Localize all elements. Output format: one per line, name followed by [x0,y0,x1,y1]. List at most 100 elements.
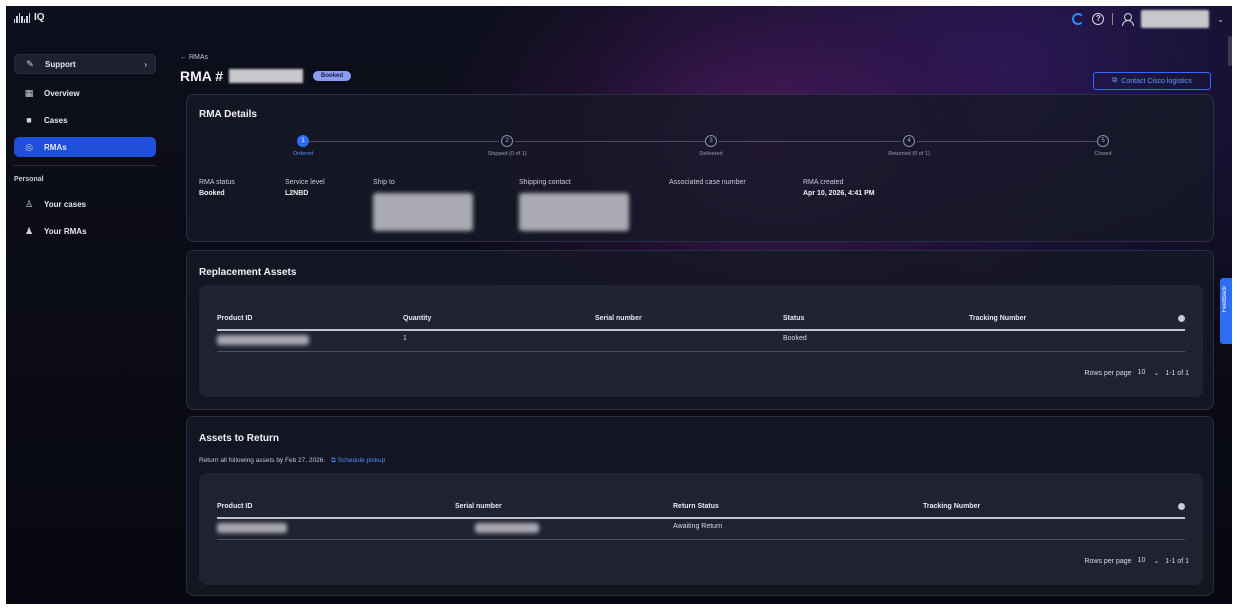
table-row: 1 Booked [217,335,1185,349]
table-row: Awaiting Return [217,523,1185,537]
sidebar-item-support[interactable]: ✎ Support › [14,54,156,74]
rows-per-page-label: Rows per page [1084,557,1132,565]
gear-icon[interactable] [1178,503,1185,510]
row-divider [217,351,1185,352]
external-link-icon: ⧉ [1112,77,1118,84]
step-connector [719,141,901,142]
ship-to-field: Ship to [373,179,395,186]
product-id-redacted [217,335,309,345]
chevron-right-icon: › [144,59,147,69]
sidebar-item-label: RMAs [44,142,67,152]
cisco-logo-icon [14,12,30,23]
rows-per-page-select[interactable]: 10 ⌄ [1138,369,1160,377]
header-divider [217,517,1185,519]
sidebar-item-label: Your cases [44,199,87,209]
sidebar-section-personal: Personal [14,176,44,183]
column-tracking-number[interactable]: Tracking Number [969,315,1026,322]
column-product-id[interactable]: Product ID [217,503,252,510]
step-delivered: 3 Delivered [699,135,723,157]
schedule-pickup-link[interactable]: ⧉ Schedule pickup [331,457,385,465]
rma-created-field: RMA created Apr 10, 2026, 4:41 PM [803,179,875,197]
column-quantity[interactable]: Quantity [403,315,431,322]
rma-status-field: RMA status Booked [199,179,235,197]
status-badge: Booked [313,71,352,81]
gear-icon[interactable] [1178,315,1185,322]
help-icon[interactable]: ? [1092,13,1105,25]
field-label: Service level [285,179,325,186]
shipping-contact-redacted [519,193,629,231]
field-label: Shipping contact [519,179,571,186]
step-label: Shipped (0 of 1) [487,151,527,157]
column-serial-number[interactable]: Serial number [595,315,642,322]
top-right-controls: ? ⌄ [1072,10,1224,28]
field-value: Apr 10, 2026, 4:41 PM [803,190,875,197]
pagination: Rows per page 10 ⌄ 1-1 of 1 [1084,557,1189,565]
product-id-redacted [217,523,287,533]
column-serial-number[interactable]: Serial number [455,503,502,510]
column-return-status[interactable]: Return Status [673,503,719,510]
step-returned: 4 Returned (0 of 1) [888,135,930,157]
user-name-redacted[interactable] [1141,10,1210,28]
sidebar-item-label: Your RMAs [44,226,87,236]
back-to-rmas-link[interactable]: ← RMAs [180,54,208,61]
step-number: 2 [501,135,513,147]
sidebar-item-your-rmas[interactable]: ♟ Your RMAs [14,221,156,241]
step-connector [515,141,705,142]
cell-return-status: Awaiting Return [673,523,723,530]
contact-cisco-logistics-button[interactable]: ⧉ Contact Cisco logistics [1093,72,1211,90]
sidebar-item-label: Cases [44,115,68,125]
rma-details-title: RMA Details [199,109,257,120]
refresh-icon[interactable] [1072,13,1085,25]
feedback-label: Feedback [1222,286,1228,313]
rma-details-card: RMA Details 1 Ordered 2 Shipped (0 of 1)… [186,94,1214,242]
shipping-contact-field: Shipping contact [519,179,571,186]
chevron-down-icon: ⌄ [1153,558,1160,565]
user-rmas-icon: ♟ [24,226,34,236]
associated-case-field: Associated case number [669,179,746,186]
schedule-pickup-label: Schedule pickup [337,457,386,464]
rows-per-page-select[interactable]: 10 ⌄ [1138,557,1160,565]
sidebar-item-label: Overview [44,88,80,98]
replacement-assets-table: Product ID Quantity Serial number Status… [199,285,1203,397]
wrench-icon: ✎ [26,59,34,69]
page-range: 1-1 of 1 [1165,557,1189,565]
step-number: 3 [705,135,717,147]
column-tracking-number[interactable]: Tracking Number [923,503,980,510]
rows-per-page-value: 10 [1137,369,1146,376]
service-level-field: Service level L2NBD [285,179,325,197]
sidebar-item-rmas[interactable]: ◎ RMAs [14,137,156,157]
assets-to-return-title: Assets to Return [199,433,280,444]
page-range: 1-1 of 1 [1165,369,1189,377]
user-icon[interactable] [1121,13,1135,26]
sidebar-item-cases[interactable]: ■ Cases [14,110,156,130]
step-connector [917,141,1097,142]
scrollbar[interactable] [1228,36,1232,66]
pagination: Rows per page 10 ⌄ 1-1 of 1 [1084,369,1189,377]
chevron-down-icon[interactable]: ⌄ [1217,15,1224,24]
feedback-tab[interactable]: Feedback [1220,278,1232,344]
column-product-id[interactable]: Product ID [217,315,252,322]
field-label: Ship to [373,179,395,186]
step-shipped: 2 Shipped (0 of 1) [487,135,527,157]
chevron-down-icon: ⌄ [1153,370,1160,377]
step-connector [309,141,499,142]
sidebar-item-overview[interactable]: ▦ Overview [14,83,156,103]
step-label: Returned (0 of 1) [888,151,930,157]
sidebar-item-your-cases[interactable]: ♙ Your cases [14,194,156,214]
ship-to-redacted [373,193,473,231]
step-number: 4 [903,135,915,147]
field-value: L2NBD [285,190,309,197]
cisco-iq-logo[interactable]: IQ [14,12,45,23]
external-link-icon: ⧉ [331,457,336,464]
step-label: Ordered [292,151,314,157]
user-cases-icon: ♙ [24,199,34,209]
cell-quantity: 1 [403,335,407,342]
column-status[interactable]: Status [783,315,804,322]
briefcase-icon: ■ [26,115,32,125]
top-bar: IQ ? ⌄ [6,6,1232,32]
app-name: IQ [34,12,45,23]
assets-to-return-card: Assets to Return Return all following as… [186,416,1214,596]
rows-per-page-value: 10 [1137,557,1146,564]
grid-icon: ▦ [24,88,34,98]
field-value: Booked [199,190,225,197]
